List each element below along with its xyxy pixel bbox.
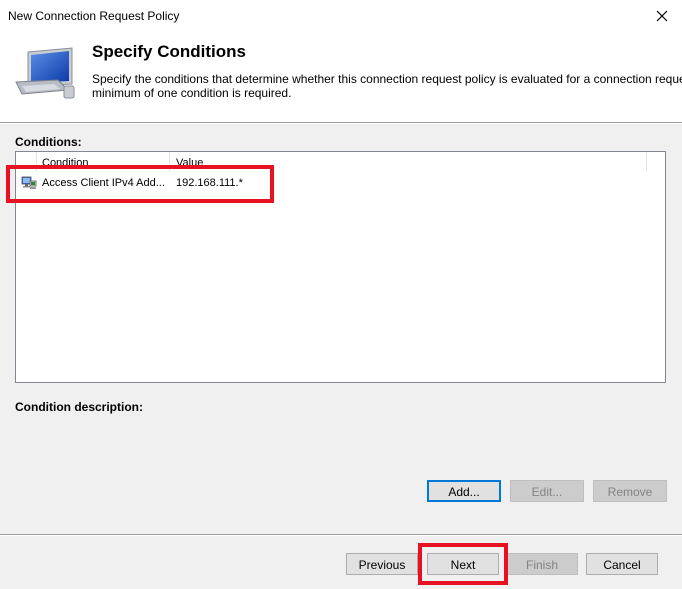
column-separator	[646, 152, 647, 171]
page-title: Specify Conditions	[92, 42, 246, 61]
close-button[interactable]	[648, 4, 676, 28]
edit-button[interactable]: Edit...	[510, 480, 584, 502]
highlight-box-next-button	[418, 543, 508, 585]
title-bar: New Connection Request Policy	[0, 0, 682, 32]
page-description: Specify the conditions that determine wh…	[92, 72, 682, 100]
description-line-2: minimum of one condition is required.	[92, 86, 292, 100]
highlight-box-condition-row	[6, 165, 274, 203]
window-title: New Connection Request Policy	[8, 9, 180, 23]
remove-button[interactable]: Remove	[593, 480, 667, 502]
previous-button[interactable]: Previous	[346, 553, 418, 575]
conditions-label: Conditions:	[15, 135, 82, 149]
divider	[0, 535, 682, 536]
description-line-1: Specify the conditions that determine wh…	[92, 72, 682, 86]
computer-monitor-icon	[15, 47, 75, 99]
wizard-header: Specify Conditions Specify the condition…	[0, 32, 682, 122]
add-button[interactable]: Add...	[427, 480, 501, 502]
wizard-footer: Previous Next Finish Cancel	[0, 534, 682, 589]
condition-description-label: Condition description:	[15, 400, 143, 414]
finish-button[interactable]: Finish	[506, 553, 578, 575]
cancel-button[interactable]: Cancel	[586, 553, 658, 575]
close-icon	[656, 10, 668, 22]
divider	[0, 123, 682, 124]
